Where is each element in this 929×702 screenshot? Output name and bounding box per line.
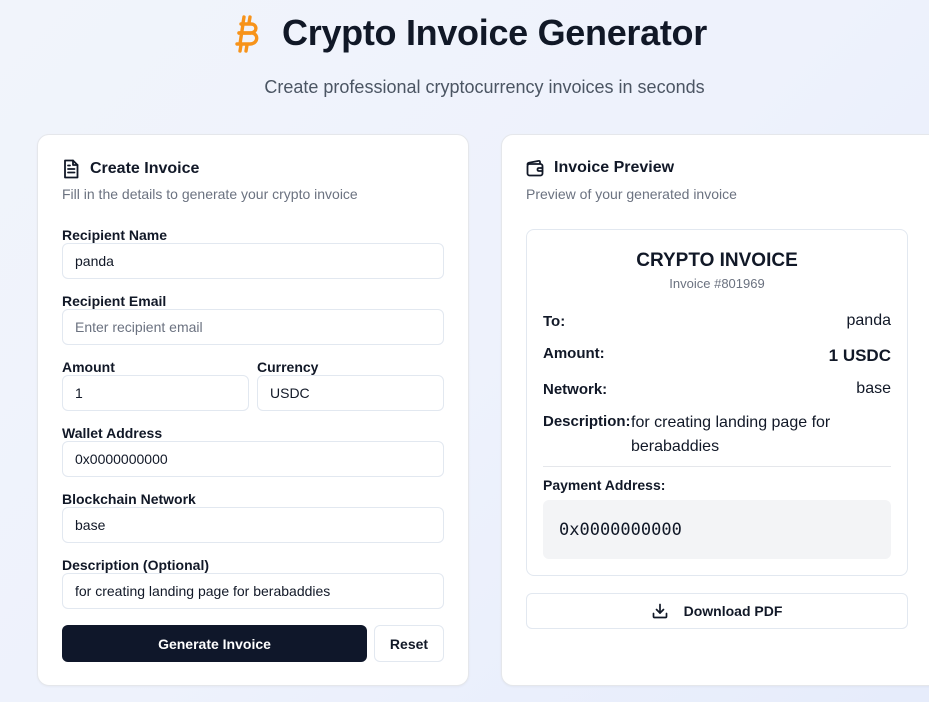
network-input[interactable]: base — [62, 507, 444, 543]
wallet-icon — [526, 159, 544, 177]
bitcoin-icon — [232, 12, 262, 54]
generate-invoice-button[interactable]: Generate Invoice — [62, 625, 367, 662]
create-invoice-description: Fill in the details to generate your cry… — [62, 186, 358, 202]
create-invoice-title: Create Invoice — [90, 160, 200, 177]
to-label: To: — [543, 313, 566, 330]
payment-address-label: Payment Address: — [543, 477, 666, 493]
currency-select[interactable]: USDC — [257, 375, 444, 411]
wallet-address-label: Wallet Address — [62, 425, 163, 441]
invoice-preview-card: Invoice Preview Preview of your generate… — [501, 134, 929, 686]
invoice-preview-heading: Invoice Preview — [526, 159, 674, 177]
description-input[interactable]: for creating landing page for berabaddie… — [62, 573, 444, 609]
recipient-name-label: Recipient Name — [62, 227, 168, 243]
download-pdf-button[interactable]: Download PDF — [526, 593, 908, 629]
invoice-heading: CRYPTO INVOICE — [636, 250, 798, 271]
invoice-preview-description: Preview of your generated invoice — [526, 186, 737, 202]
page-subtitle: Create professional cryptocurrency invoi… — [264, 77, 705, 97]
page-header: Crypto Invoice Generator Create professi… — [0, 0, 929, 120]
amount-row-label: Amount: — [543, 345, 605, 362]
amount-label: Amount — [62, 359, 115, 375]
amount-row-value: 1 USDC — [828, 346, 891, 365]
create-invoice-heading: Create Invoice — [62, 159, 199, 179]
download-pdf-label: Download PDF — [683, 603, 783, 619]
payment-address-value: 0x0000000000 — [543, 500, 891, 559]
document-icon — [62, 159, 80, 179]
recipient-name-input[interactable]: panda — [62, 243, 444, 279]
currency-label: Currency — [257, 359, 319, 375]
recipient-email-label: Recipient Email — [62, 293, 167, 309]
network-row-value: base — [856, 380, 891, 397]
page-title: Crypto Invoice Generator — [282, 12, 707, 53]
invoice-document: CRYPTO INVOICE Invoice #801969 To: panda… — [526, 229, 908, 576]
network-row-label: Network: — [543, 381, 608, 398]
title-row: Crypto Invoice Generator — [0, 12, 929, 54]
invoice-number: Invoice #801969 — [669, 276, 765, 291]
description-label: Description (Optional) — [62, 557, 209, 573]
description-row-value: for creating landing page for berabaddie… — [631, 414, 831, 455]
create-invoice-card: Create Invoice Fill in the details to ge… — [37, 134, 469, 686]
wallet-address-input[interactable]: 0x0000000000 — [62, 441, 444, 477]
description-row-label: Description: — [543, 413, 631, 430]
invoice-divider — [543, 466, 891, 467]
reset-button[interactable]: Reset — [374, 625, 444, 662]
to-value: panda — [846, 312, 892, 329]
download-icon — [652, 603, 668, 619]
invoice-preview-title: Invoice Preview — [554, 159, 675, 176]
amount-input[interactable]: 1 — [62, 375, 249, 411]
recipient-email-input[interactable]: Enter recipient email — [62, 309, 444, 345]
network-label: Blockchain Network — [62, 491, 196, 507]
